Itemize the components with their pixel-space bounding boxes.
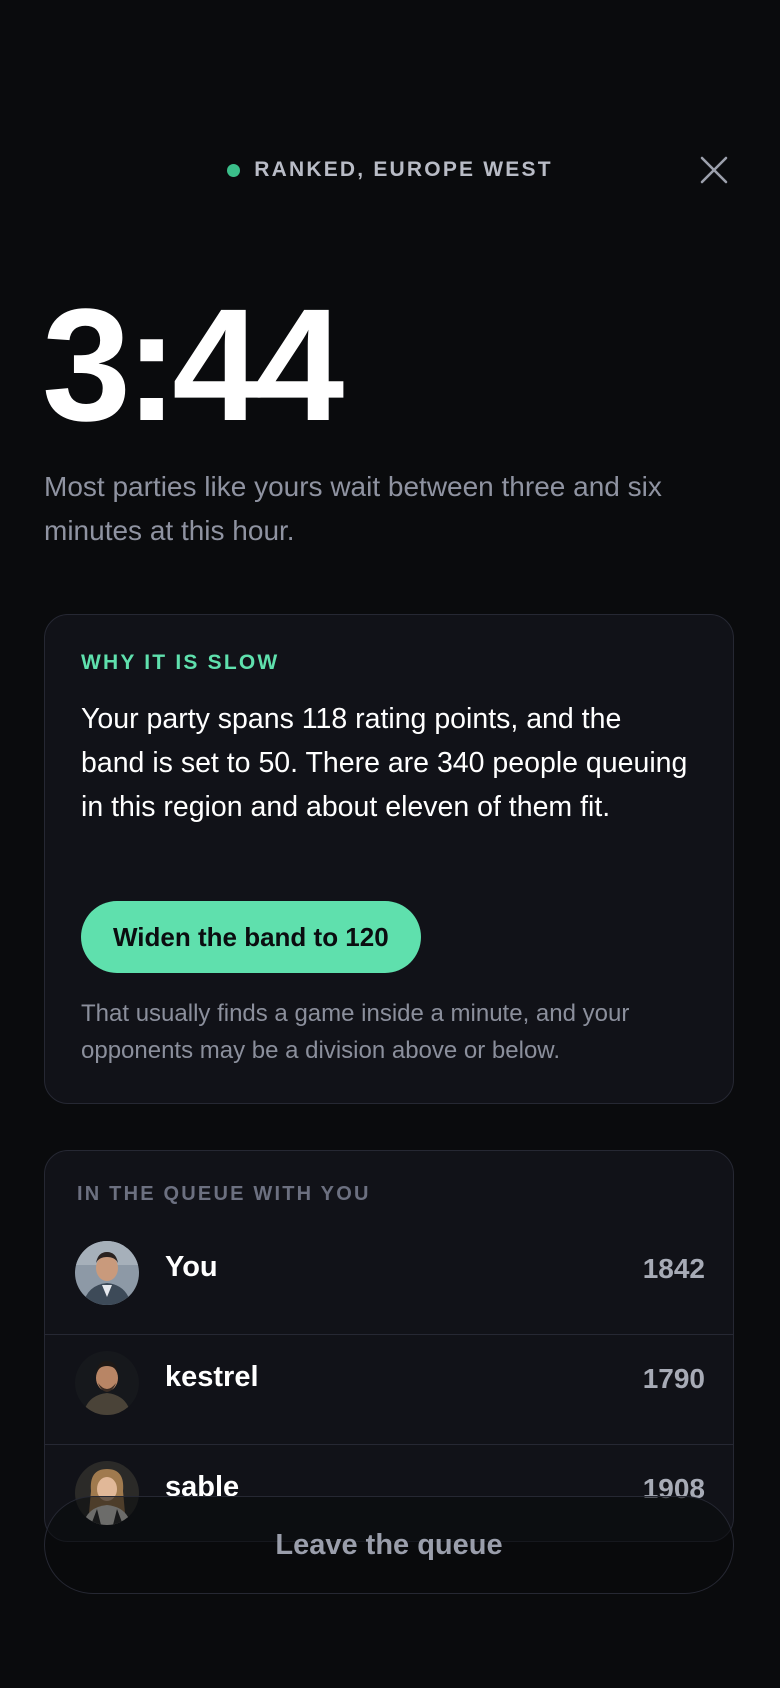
avatar	[75, 1351, 139, 1415]
player-name: kestrel	[165, 1361, 259, 1393]
why-slow-body: Your party spans 118 rating points, and …	[81, 703, 688, 823]
header: RANKED, EUROPE WEST	[0, 150, 780, 190]
queue-player-row: You 1842	[45, 1225, 733, 1335]
why-slow-title: WHY IT IS SLOW	[81, 651, 280, 674]
close-icon	[700, 156, 728, 184]
avatar	[75, 1241, 139, 1305]
queue-timer: 3:44	[42, 275, 344, 454]
queue-player-row: kestrel 1790	[45, 1335, 733, 1445]
player-rating: 1790	[642, 1363, 705, 1394]
wait-estimate: Most parties like yours wait between thr…	[44, 471, 662, 546]
leave-queue-button[interactable]: Leave the queue	[44, 1496, 734, 1594]
close-button[interactable]	[698, 154, 730, 186]
player-rating: 1842	[642, 1253, 705, 1284]
queue-title: IN THE QUEUE WITH YOU	[77, 1183, 371, 1205]
matchmaking-screen: RANKED, EUROPE WEST 3:44 Most parties li…	[0, 0, 780, 1688]
widen-band-button[interactable]: Widen the band to 120	[81, 901, 421, 973]
status-dot	[227, 163, 241, 177]
player-name: You	[165, 1251, 218, 1283]
queue-list: You 1842 kestrel 1790 sable 1908	[45, 1225, 733, 1541]
queue-card: IN THE QUEUE WITH YOU You 1842 kestrel 1…	[44, 1150, 734, 1542]
queue-mode: RANKED, EUROPE WEST	[0, 150, 780, 190]
mode-label: RANKED, EUROPE WEST	[254, 158, 553, 181]
why-slow-card: WHY IT IS SLOW Your party spans 118 rati…	[44, 614, 734, 1104]
widen-band-note: That usually finds a game inside a minut…	[81, 1000, 630, 1064]
